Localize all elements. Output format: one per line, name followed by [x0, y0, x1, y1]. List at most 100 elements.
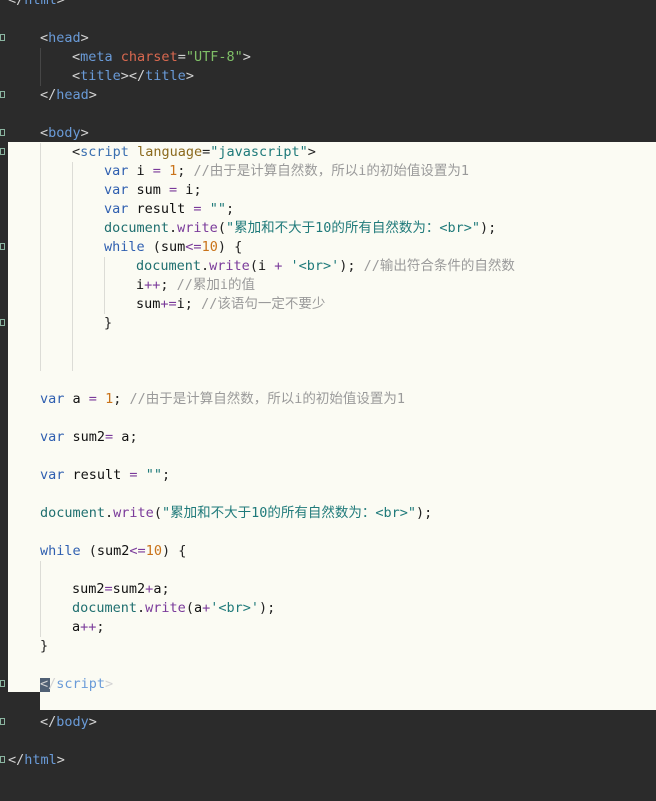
fold-marker-icon[interactable] [0, 148, 5, 155]
code-line[interactable] [0, 561, 656, 580]
code-line[interactable]: var result = ""; [0, 466, 656, 485]
token-fn: document [40, 505, 106, 521]
fold-marker-icon[interactable] [0, 756, 5, 763]
code-text: var result = ""; [104, 200, 234, 219]
indent-guide [72, 314, 73, 333]
code-line[interactable]: </html> [0, 751, 656, 770]
indent-guide [72, 276, 73, 295]
code-line[interactable]: document.write("累加和不大于10的所有自然数为：<br>"); [0, 219, 656, 238]
code-text: <head> [40, 29, 89, 48]
token-tag: script [80, 144, 129, 160]
token-punct [113, 49, 121, 65]
indent-guide [40, 599, 41, 618]
code-line[interactable] [0, 10, 656, 29]
code-line[interactable]: </html> [0, 0, 656, 10]
token-id: i [257, 258, 275, 274]
code-text: <meta charset="UTF-8"> [72, 48, 251, 67]
code-line[interactable]: while (sum<=10) { [0, 238, 656, 257]
code-line[interactable]: <meta charset="UTF-8"> [0, 48, 656, 67]
code-line[interactable]: var i = 1; //由于是计算自然数，所以i的初始值设置为1 [0, 162, 656, 181]
token-tag: html [24, 0, 57, 8]
code-line[interactable] [0, 352, 656, 371]
code-line[interactable]: } [0, 637, 656, 656]
code-line[interactable] [0, 732, 656, 751]
token-punct: ; [225, 201, 235, 217]
token-punct: ; [113, 391, 130, 407]
token-punct: ( [153, 505, 162, 521]
token-op: = [104, 581, 113, 597]
token-punct: ; [161, 581, 170, 597]
code-line[interactable] [0, 371, 656, 390]
code-line[interactable] [0, 656, 656, 675]
code-line[interactable]: </body> [0, 713, 656, 732]
token-punct: = [177, 49, 186, 65]
code-text: document.write("累加和不大于10的所有自然数为：<br>"); [40, 504, 432, 523]
code-line[interactable]: <body> [0, 124, 656, 143]
token-punct: > [105, 676, 114, 692]
code-line[interactable]: document.write(a+'<br>'); [0, 599, 656, 618]
token-punct: ; [184, 296, 202, 312]
code-line[interactable]: <script language="javascript"> [0, 143, 656, 162]
fold-marker-icon[interactable] [0, 718, 5, 725]
token-punct: </ [40, 714, 57, 730]
indent-guide [72, 238, 73, 257]
code-line[interactable]: </script> [0, 675, 656, 694]
code-line[interactable]: var sum = i; [0, 181, 656, 200]
code-text: var sum = i; [104, 181, 202, 200]
token-tag: body [56, 714, 89, 730]
token-id: i [177, 182, 194, 198]
code-text: while (sum<=10) { [104, 238, 242, 257]
fold-marker-icon[interactable] [0, 680, 5, 687]
code-text: </body> [40, 713, 97, 732]
token-op: += [160, 296, 177, 312]
fold-marker-icon[interactable] [0, 91, 5, 98]
code-line[interactable]: i++; //累加i的值 [0, 276, 656, 295]
indent-guide [40, 618, 41, 637]
code-line[interactable]: var a = 1; //由于是计算自然数，所以i的初始值设置为1 [0, 390, 656, 409]
code-line[interactable]: <title></title> [0, 67, 656, 86]
code-line[interactable]: document.write(i + '<br>'); //输出符合条件的自然数 [0, 257, 656, 276]
code-line[interactable]: document.write("累加和不大于10的所有自然数为：<br>"); [0, 504, 656, 523]
code-line[interactable]: var result = ""; [0, 200, 656, 219]
fold-marker-icon[interactable] [0, 34, 5, 41]
code-line[interactable]: var sum2= a; [0, 428, 656, 447]
code-line[interactable] [0, 447, 656, 466]
token-punct: > [185, 68, 194, 84]
code-editor[interactable]: </html> <head> <meta charset="UTF-8"> <titl… [0, 0, 656, 801]
token-str: "累加和不大于10的所有自然数为：<br>" [161, 505, 416, 521]
code-text: while (sum2<=10) { [40, 542, 186, 561]
token-punct: > [88, 714, 97, 730]
code-line[interactable] [0, 485, 656, 504]
token-tag: script [56, 676, 106, 692]
token-op: <= [129, 543, 146, 559]
code-line[interactable]: } [0, 314, 656, 333]
code-line[interactable] [0, 105, 656, 124]
token-punct: < [72, 68, 81, 84]
code-line[interactable] [0, 409, 656, 428]
code-line[interactable] [0, 694, 656, 713]
token-id [282, 258, 290, 274]
token-op: <= [185, 239, 202, 255]
token-punct: > [56, 752, 65, 768]
indent-guide [72, 219, 73, 238]
code-line[interactable] [0, 523, 656, 542]
token-punct: </ [8, 752, 25, 768]
code-line[interactable]: sum+=i; //该语句一定不要少 [0, 295, 656, 314]
indent-guide [40, 352, 41, 371]
fold-marker-icon[interactable] [0, 243, 5, 250]
code-line[interactable]: </head> [0, 86, 656, 105]
code-line[interactable]: sum2=sum2+a; [0, 580, 656, 599]
token-punct: ; [193, 182, 202, 198]
token-punct: </ [40, 676, 57, 692]
fold-marker-icon[interactable] [0, 129, 5, 136]
fold-marker-icon[interactable] [0, 319, 5, 326]
code-line[interactable]: <head> [0, 29, 656, 48]
token-op: + [202, 600, 211, 616]
code-line[interactable] [0, 333, 656, 352]
token-punct: </ [8, 0, 25, 8]
code-line[interactable]: while (sum2<=10) { [0, 542, 656, 561]
token-punct: ( [217, 220, 226, 236]
token-fn: document [136, 258, 202, 274]
code-line[interactable]: a++; [0, 618, 656, 637]
indent-guide [104, 295, 105, 314]
